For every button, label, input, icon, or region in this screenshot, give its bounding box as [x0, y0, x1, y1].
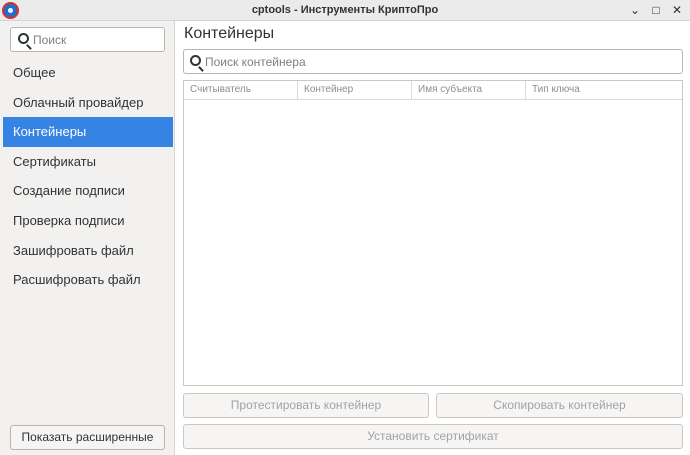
sidebar-item-general[interactable]: Общее: [3, 58, 173, 88]
container-search-input[interactable]: Поиск контейнера: [183, 49, 683, 74]
sidebar-item-certificates[interactable]: Сертификаты: [3, 147, 173, 177]
column-header-subject-name[interactable]: Имя субъекта: [412, 81, 526, 99]
main-panel: Контейнеры Поиск контейнера Считыватель …: [176, 21, 690, 455]
sidebar-search-input[interactable]: Поиск: [10, 27, 165, 52]
test-container-button[interactable]: Протестировать контейнер: [183, 393, 429, 418]
search-icon: [18, 33, 29, 44]
copy-container-button[interactable]: Скопировать контейнер: [436, 393, 683, 418]
show-advanced-button[interactable]: Показать расширенные: [10, 425, 165, 450]
maximize-button[interactable]: □: [648, 2, 664, 18]
search-icon: [190, 55, 201, 66]
sidebar-item-cloud-provider[interactable]: Облачный провайдер: [3, 88, 173, 118]
sidebar-item-create-signature[interactable]: Создание подписи: [3, 176, 173, 206]
install-certificate-button[interactable]: Установить сертификат: [183, 424, 683, 449]
minimize-button[interactable]: ⌄: [627, 2, 643, 18]
containers-table[interactable]: Считыватель Контейнер Имя субъекта Тип к…: [183, 80, 683, 386]
sidebar-nav: Общее Облачный провайдер Контейнеры Серт…: [3, 58, 173, 295]
page-title: Контейнеры: [184, 25, 275, 42]
sidebar-item-encrypt-file[interactable]: Зашифровать файл: [3, 236, 173, 266]
table-header: Считыватель Контейнер Имя субъекта Тип к…: [184, 81, 682, 100]
column-header-container[interactable]: Контейнер: [298, 81, 412, 99]
close-button[interactable]: ✕: [669, 2, 685, 18]
sidebar-search-placeholder: Поиск: [33, 33, 67, 47]
sidebar: Поиск Общее Облачный провайдер Контейнер…: [0, 21, 175, 455]
sidebar-item-decrypt-file[interactable]: Расшифровать файл: [3, 265, 173, 295]
sidebar-item-verify-signature[interactable]: Проверка подписи: [3, 206, 173, 236]
sidebar-item-containers[interactable]: Контейнеры: [3, 117, 173, 147]
column-header-key-type[interactable]: Тип ключа: [526, 81, 682, 99]
title-bar: cptools - Инструменты КриптоПро ⌄ □ ✕: [0, 0, 690, 21]
column-header-reader[interactable]: Считыватель: [184, 81, 298, 99]
window-title: cptools - Инструменты КриптоПро: [251, 4, 439, 16]
container-search-placeholder: Поиск контейнера: [205, 55, 306, 69]
